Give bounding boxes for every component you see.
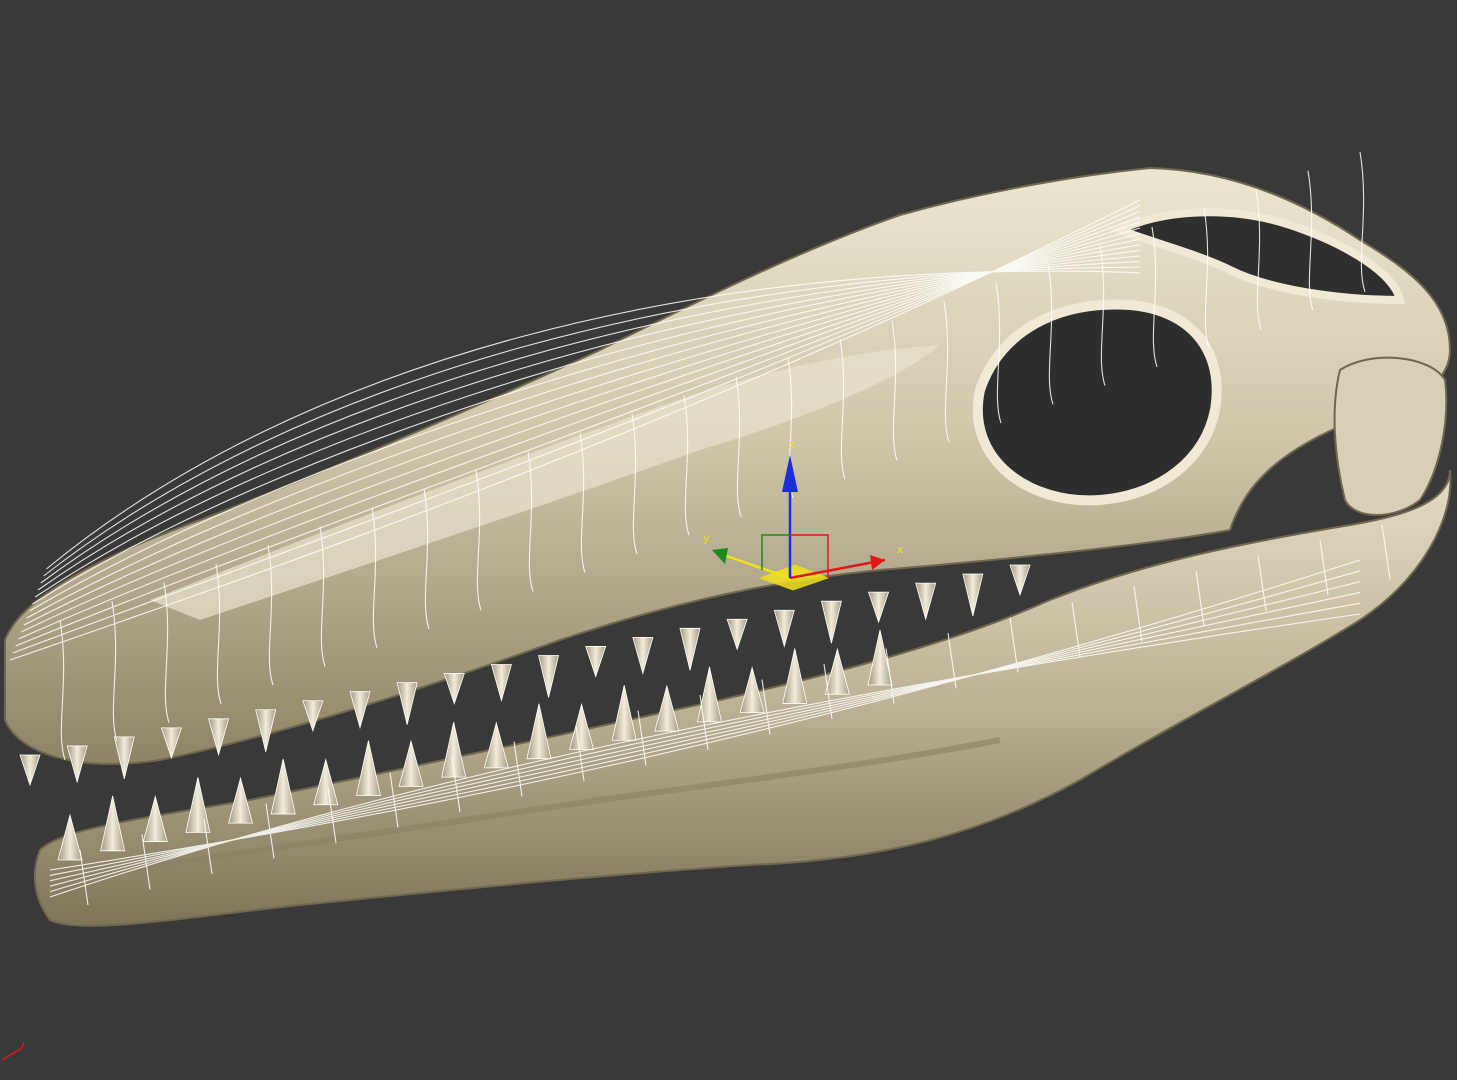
upper-tooth — [396, 682, 418, 725]
upper-tooth — [585, 646, 607, 678]
upper-tooth — [915, 582, 937, 621]
lower-tooth — [355, 740, 381, 796]
lower-tooth — [569, 702, 595, 750]
upper-tooth — [538, 655, 560, 698]
viewport-perspective[interactable]: x y z — [0, 0, 1457, 1080]
upper-tooth — [726, 618, 748, 651]
lower-tooth — [270, 758, 296, 815]
upper-tooth — [19, 754, 41, 787]
lower-tooth — [185, 777, 211, 833]
lower-tooth — [611, 685, 637, 741]
gizmo-x-label: x — [897, 543, 904, 556]
upper-tooth — [490, 664, 512, 703]
upper-tooth — [66, 745, 88, 784]
lower-tooth — [696, 666, 722, 723]
lower-tooth — [526, 703, 552, 760]
lower-tooth — [483, 721, 509, 769]
lower-tooth — [782, 648, 808, 704]
lower-tooth — [654, 684, 680, 732]
upper-tooth — [679, 627, 701, 671]
gizmo-y-label: y — [703, 532, 710, 545]
upper-tooth — [962, 573, 984, 617]
upper-tooth — [1009, 564, 1031, 597]
gizmo-z-label: z — [789, 438, 795, 451]
upper-tooth — [773, 609, 795, 648]
skull-quadrate — [1333, 356, 1448, 516]
upper-tooth — [443, 673, 465, 705]
upper-tooth — [820, 600, 842, 644]
upper-tooth — [632, 636, 654, 675]
lower-tooth — [398, 739, 424, 787]
skull-orbit — [973, 299, 1222, 506]
viewport-canvas[interactable]: x y z — [0, 0, 1457, 1080]
upper-tooth — [868, 591, 890, 624]
world-axis-tripod-icon — [1, 1041, 25, 1061]
